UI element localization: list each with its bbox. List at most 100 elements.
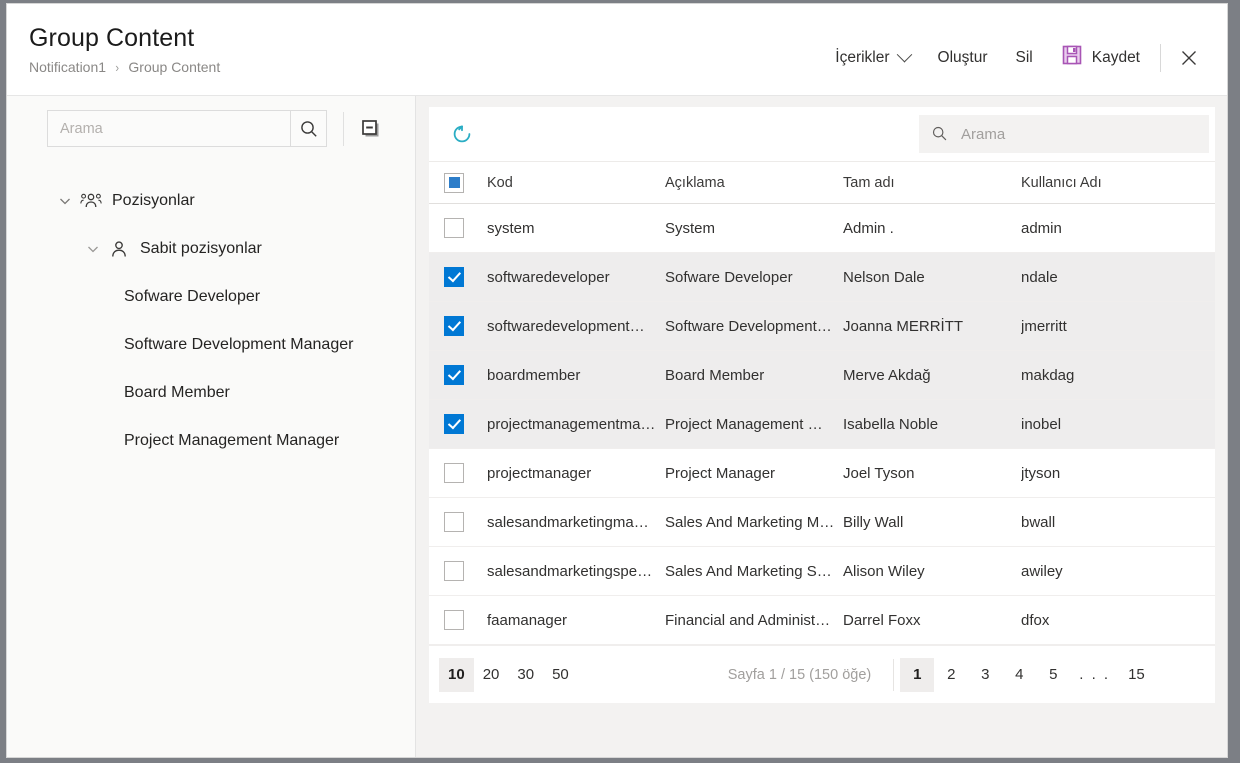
cell-aciklama: Sofware Developer <box>665 253 843 302</box>
row-checkbox[interactable] <box>444 610 464 630</box>
column-header-kod[interactable]: Kod <box>487 162 665 204</box>
page-1[interactable]: 1 <box>900 658 934 692</box>
save-button-label: Kaydet <box>1092 49 1140 67</box>
dialog-body: Pozisyonlar Sabit pozisyonlar <box>7 96 1227 757</box>
row-checkbox[interactable] <box>444 561 464 581</box>
page-size-20[interactable]: 20 <box>474 658 509 692</box>
row-checkbox[interactable] <box>444 512 464 532</box>
table-row[interactable]: system System Admin . admin <box>429 204 1215 253</box>
cell-aciklama: Sales And Marketing Ma... <box>665 498 843 547</box>
table-row[interactable]: salesandmarketingmanag... Sales And Mark… <box>429 498 1215 547</box>
cell-kullanici-adi: awiley <box>1021 547 1215 596</box>
row-select-cell <box>429 351 487 400</box>
row-select-cell <box>429 302 487 351</box>
page-2[interactable]: 2 <box>934 658 968 692</box>
create-button[interactable]: Oluştur <box>924 43 1002 73</box>
grid-search-placeholder: Arama <box>961 126 1005 143</box>
page-3[interactable]: 3 <box>968 658 1002 692</box>
refresh-button[interactable] <box>443 115 481 153</box>
grid-search-box[interactable]: Arama <box>919 115 1209 153</box>
cell-aciklama: Board Member <box>665 351 843 400</box>
table-row[interactable]: boardmember Board Member Merve Akdağ mak… <box>429 351 1215 400</box>
cell-tam-adi: Joanna MERRİTT <box>843 302 1021 351</box>
table-row[interactable]: softwaredeveloper Sofware Developer Nels… <box>429 253 1215 302</box>
sidebar-search-group <box>47 110 327 147</box>
contents-menu-button[interactable]: İçerikler <box>821 43 923 73</box>
main-content: Arama Kod Açıklama Ta <box>416 96 1227 757</box>
row-select-cell <box>429 596 487 645</box>
select-all-checkbox[interactable] <box>444 173 464 193</box>
table-row[interactable]: faamanager Financial and Administrat... … <box>429 596 1215 645</box>
cell-tam-adi: Billy Wall <box>843 498 1021 547</box>
cell-kullanici-adi: jmerritt <box>1021 302 1215 351</box>
save-button[interactable]: Kaydet <box>1047 38 1154 77</box>
row-checkbox[interactable] <box>444 463 464 483</box>
row-select-cell <box>429 400 487 449</box>
cell-kod: faamanager <box>487 596 665 645</box>
table-row[interactable]: projectmanagementman... Project Manageme… <box>429 400 1215 449</box>
tree-item-project-management-manager[interactable]: Project Management Manager <box>7 417 415 465</box>
content-table: Kod Açıklama Tam adı Kullanıcı Adı syste… <box>429 161 1215 645</box>
close-icon <box>1179 48 1199 68</box>
tree-item-label: Sofware Developer <box>124 288 260 306</box>
cell-aciklama: Software Development M... <box>665 302 843 351</box>
cell-kod: system <box>487 204 665 253</box>
cell-aciklama: System <box>665 204 843 253</box>
cell-kullanici-adi: dfox <box>1021 596 1215 645</box>
tree-item-software-development-manager[interactable]: Software Development Manager <box>7 321 415 369</box>
row-select-cell <box>429 498 487 547</box>
table-head: Kod Açıklama Tam adı Kullanıcı Adı <box>429 162 1215 204</box>
column-header-aciklama[interactable]: Açıklama <box>665 162 843 204</box>
cell-aciklama: Sales And Marketing Spe... <box>665 547 843 596</box>
row-checkbox[interactable] <box>444 365 464 385</box>
cell-kod: softwaredeveloper <box>487 253 665 302</box>
row-checkbox[interactable] <box>444 218 464 238</box>
row-checkbox[interactable] <box>444 267 464 287</box>
close-button[interactable] <box>1167 41 1211 75</box>
cell-kod: projectmanagementman... <box>487 400 665 449</box>
page-size-30[interactable]: 30 <box>508 658 543 692</box>
chevron-down-icon[interactable] <box>52 188 78 214</box>
table-header-row: Kod Açıklama Tam adı Kullanıcı Adı <box>429 162 1215 204</box>
table-row[interactable]: salesandmarketingspecial... Sales And Ma… <box>429 547 1215 596</box>
collapse-all-button[interactable] <box>358 116 384 142</box>
cell-tam-adi: Alison Wiley <box>843 547 1021 596</box>
sidebar-search-input[interactable] <box>47 110 290 147</box>
cell-aciklama: Financial and Administrat... <box>665 596 843 645</box>
page-last[interactable]: 15 <box>1119 658 1154 692</box>
column-header-kullanici-adi[interactable]: Kullanıcı Adı <box>1021 162 1215 204</box>
page-title: Group Content <box>29 23 220 53</box>
cell-tam-adi: Nelson Dale <box>843 253 1021 302</box>
dialog-header: Group Content Notification1 › Group Cont… <box>7 4 1227 96</box>
delete-button[interactable]: Sil <box>1002 43 1047 73</box>
sidebar-search-button[interactable] <box>290 110 327 147</box>
row-checkbox[interactable] <box>444 316 464 336</box>
sidebar-toolbar-divider <box>343 112 344 146</box>
row-checkbox[interactable] <box>444 414 464 434</box>
page-size-10[interactable]: 10 <box>439 658 474 692</box>
cell-kullanici-adi: bwall <box>1021 498 1215 547</box>
table-row[interactable]: softwaredevelopmentma... Software Develo… <box>429 302 1215 351</box>
page-5[interactable]: 5 <box>1036 658 1070 692</box>
grid-toolbar: Arama <box>429 107 1215 161</box>
cell-tam-adi: Joel Tyson <box>843 449 1021 498</box>
tree-item-sofware-developer[interactable]: Sofware Developer <box>7 273 415 321</box>
header-actions: İçerikler Oluştur Sil Kaydet <box>821 38 1211 77</box>
chevron-right-icon: › <box>115 60 119 75</box>
column-header-tam-adi[interactable]: Tam adı <box>843 162 1021 204</box>
table-body: system System Admin . admin softwaredeve… <box>429 204 1215 645</box>
page-size-50[interactable]: 50 <box>543 658 578 692</box>
table-row[interactable]: projectmanager Project Manager Joel Tyso… <box>429 449 1215 498</box>
tree-item-sabit-pozisyonlar[interactable]: Sabit pozisyonlar <box>7 225 415 273</box>
cell-tam-adi: Admin . <box>843 204 1021 253</box>
row-select-cell <box>429 547 487 596</box>
tree-item-board-member[interactable]: Board Member <box>7 369 415 417</box>
cell-kod: salesandmarketingspecial... <box>487 547 665 596</box>
cell-kullanici-adi: inobel <box>1021 400 1215 449</box>
refresh-icon <box>450 122 474 146</box>
chevron-down-icon[interactable] <box>80 236 106 262</box>
breadcrumb-parent[interactable]: Notification1 <box>29 59 106 75</box>
tree-item-pozisyonlar[interactable]: Pozisyonlar <box>7 177 415 225</box>
cell-kullanici-adi: ndale <box>1021 253 1215 302</box>
page-4[interactable]: 4 <box>1002 658 1036 692</box>
